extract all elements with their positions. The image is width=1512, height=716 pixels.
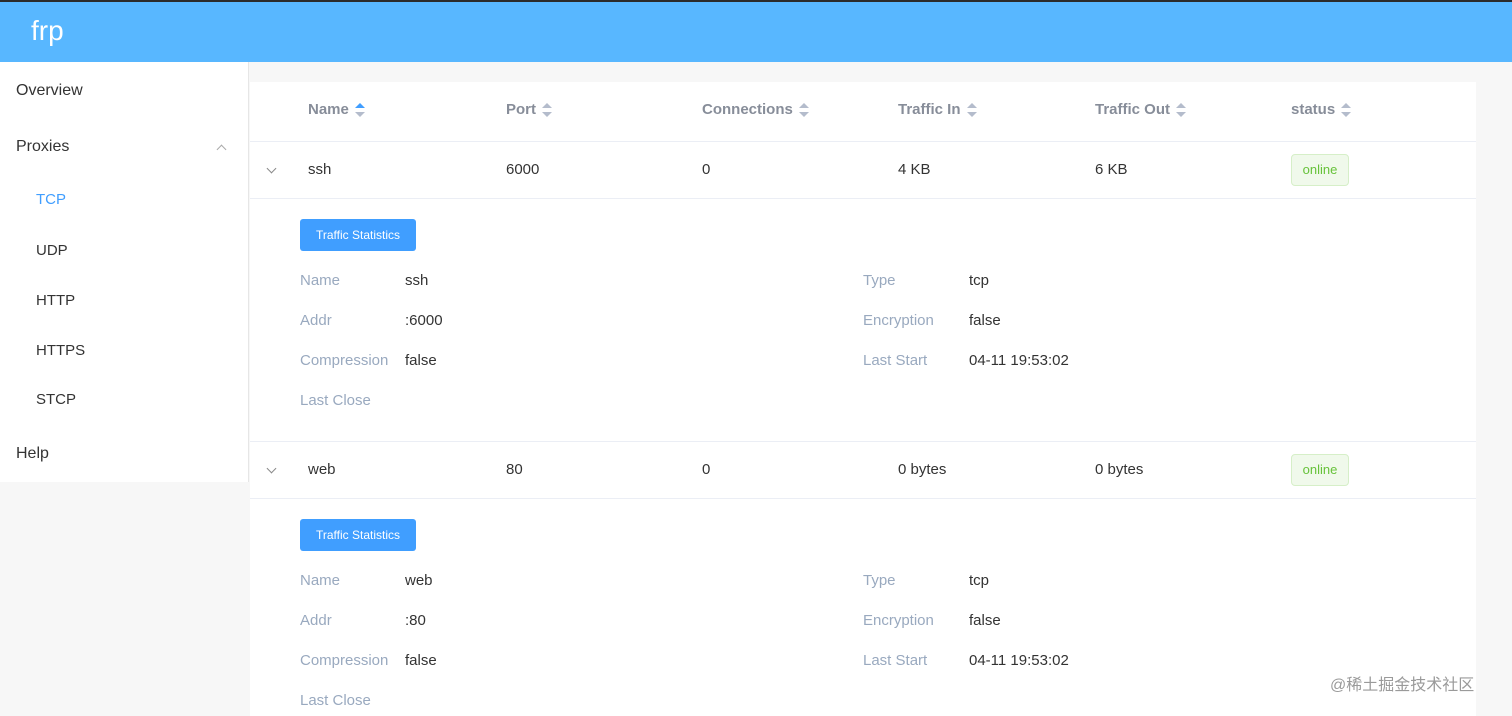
detail-value-type: tcp <box>969 572 990 589</box>
cell-port: 80 <box>506 461 523 478</box>
detail-value-encryption: false <box>969 312 1001 329</box>
sidebar-item-http[interactable]: HTTP <box>36 291 75 311</box>
detail-label-name: Name <box>300 272 341 289</box>
sidebar-item-help[interactable]: Help <box>16 444 49 464</box>
detail-value-encryption: false <box>969 612 1001 629</box>
divider <box>250 141 1476 142</box>
column-header-name[interactable]: Name <box>308 100 365 120</box>
traffic-statistics-button[interactable]: Traffic Statistics <box>300 219 416 251</box>
divider <box>250 498 1476 499</box>
top-header: frp <box>0 2 1512 62</box>
column-header-traffic-out[interactable]: Traffic Out <box>1095 100 1187 120</box>
detail-label-last-close: Last Close <box>300 692 371 709</box>
column-header-traffic-in[interactable]: Traffic In <box>898 100 977 120</box>
detail-value-last-start: 04-11 19:53:02 <box>969 352 1069 369</box>
column-header-label: Name <box>308 101 349 118</box>
detail-label-encryption: Encryption <box>863 612 934 629</box>
traffic-statistics-button[interactable]: Traffic Statistics <box>300 519 416 551</box>
app-logo: frp <box>31 15 64 46</box>
sort-icon[interactable] <box>1341 103 1352 117</box>
column-header-label: status <box>1291 101 1336 118</box>
detail-label-last-start: Last Start <box>863 352 928 369</box>
column-header-label: Traffic Out <box>1095 101 1171 118</box>
detail-value-type: tcp <box>969 272 990 289</box>
detail-label-last-start: Last Start <box>863 652 928 669</box>
sidebar-item-stcp[interactable]: STCP <box>36 390 76 410</box>
sidebar-item-https[interactable]: HTTPS <box>36 341 85 361</box>
status-badge: online <box>1291 454 1349 486</box>
sidebar: Overview Proxies TCP UDP HTTP HTTPS STCP… <box>0 62 249 482</box>
sidebar-item-udp[interactable]: UDP <box>36 241 68 261</box>
detail-value-compression: false <box>405 352 437 369</box>
detail-label-name: Name <box>300 572 341 589</box>
detail-value-last-start: 04-11 19:53:02 <box>969 652 1069 669</box>
detail-label-compression: Compression <box>300 352 389 369</box>
status-badge: online <box>1291 154 1349 186</box>
column-header-status[interactable]: status <box>1291 100 1352 120</box>
cell-name: web <box>308 461 336 478</box>
sidebar-item-tcp[interactable]: TCP <box>36 190 66 210</box>
divider <box>250 441 1476 442</box>
sidebar-item-proxies[interactable]: Proxies <box>16 137 226 157</box>
cell-name: ssh <box>308 161 332 178</box>
detail-value-addr: :6000 <box>405 312 443 329</box>
cell-port: 6000 <box>506 161 540 178</box>
detail-value-addr: :80 <box>405 612 426 629</box>
detail-label-compression: Compression <box>300 652 389 669</box>
sort-icon[interactable] <box>1176 103 1187 117</box>
detail-label-addr: Addr <box>300 312 332 329</box>
sort-icon[interactable] <box>966 103 977 117</box>
detail-label-last-close: Last Close <box>300 392 371 409</box>
column-header-connections[interactable]: Connections <box>702 100 809 120</box>
detail-label-type: Type <box>863 272 896 289</box>
column-header-label: Connections <box>702 101 793 118</box>
column-header-label: Port <box>506 101 536 118</box>
detail-value-compression: false <box>405 652 437 669</box>
sort-icon[interactable] <box>798 103 809 117</box>
sort-ascending-icon[interactable] <box>354 103 365 117</box>
cell-traffic-out: 0 bytes <box>1095 461 1144 478</box>
detail-value-name: web <box>405 572 433 589</box>
cell-connections: 0 <box>702 161 711 178</box>
sidebar-item-overview[interactable]: Overview <box>16 81 83 101</box>
cell-connections: 0 <box>702 461 711 478</box>
watermark-text: @稀土掘金技术社区 <box>1330 677 1475 694</box>
divider <box>250 198 1476 199</box>
cell-traffic-out: 6 KB <box>1095 161 1128 178</box>
cell-traffic-in: 0 bytes <box>898 461 947 478</box>
detail-label-addr: Addr <box>300 612 332 629</box>
column-header-port[interactable]: Port <box>506 100 552 120</box>
cell-traffic-in: 4 KB <box>898 161 931 178</box>
detail-value-name: ssh <box>405 272 429 289</box>
detail-label-encryption: Encryption <box>863 312 934 329</box>
column-header-label: Traffic In <box>898 101 961 118</box>
sort-icon[interactable] <box>542 103 552 117</box>
detail-label-type: Type <box>863 572 896 589</box>
